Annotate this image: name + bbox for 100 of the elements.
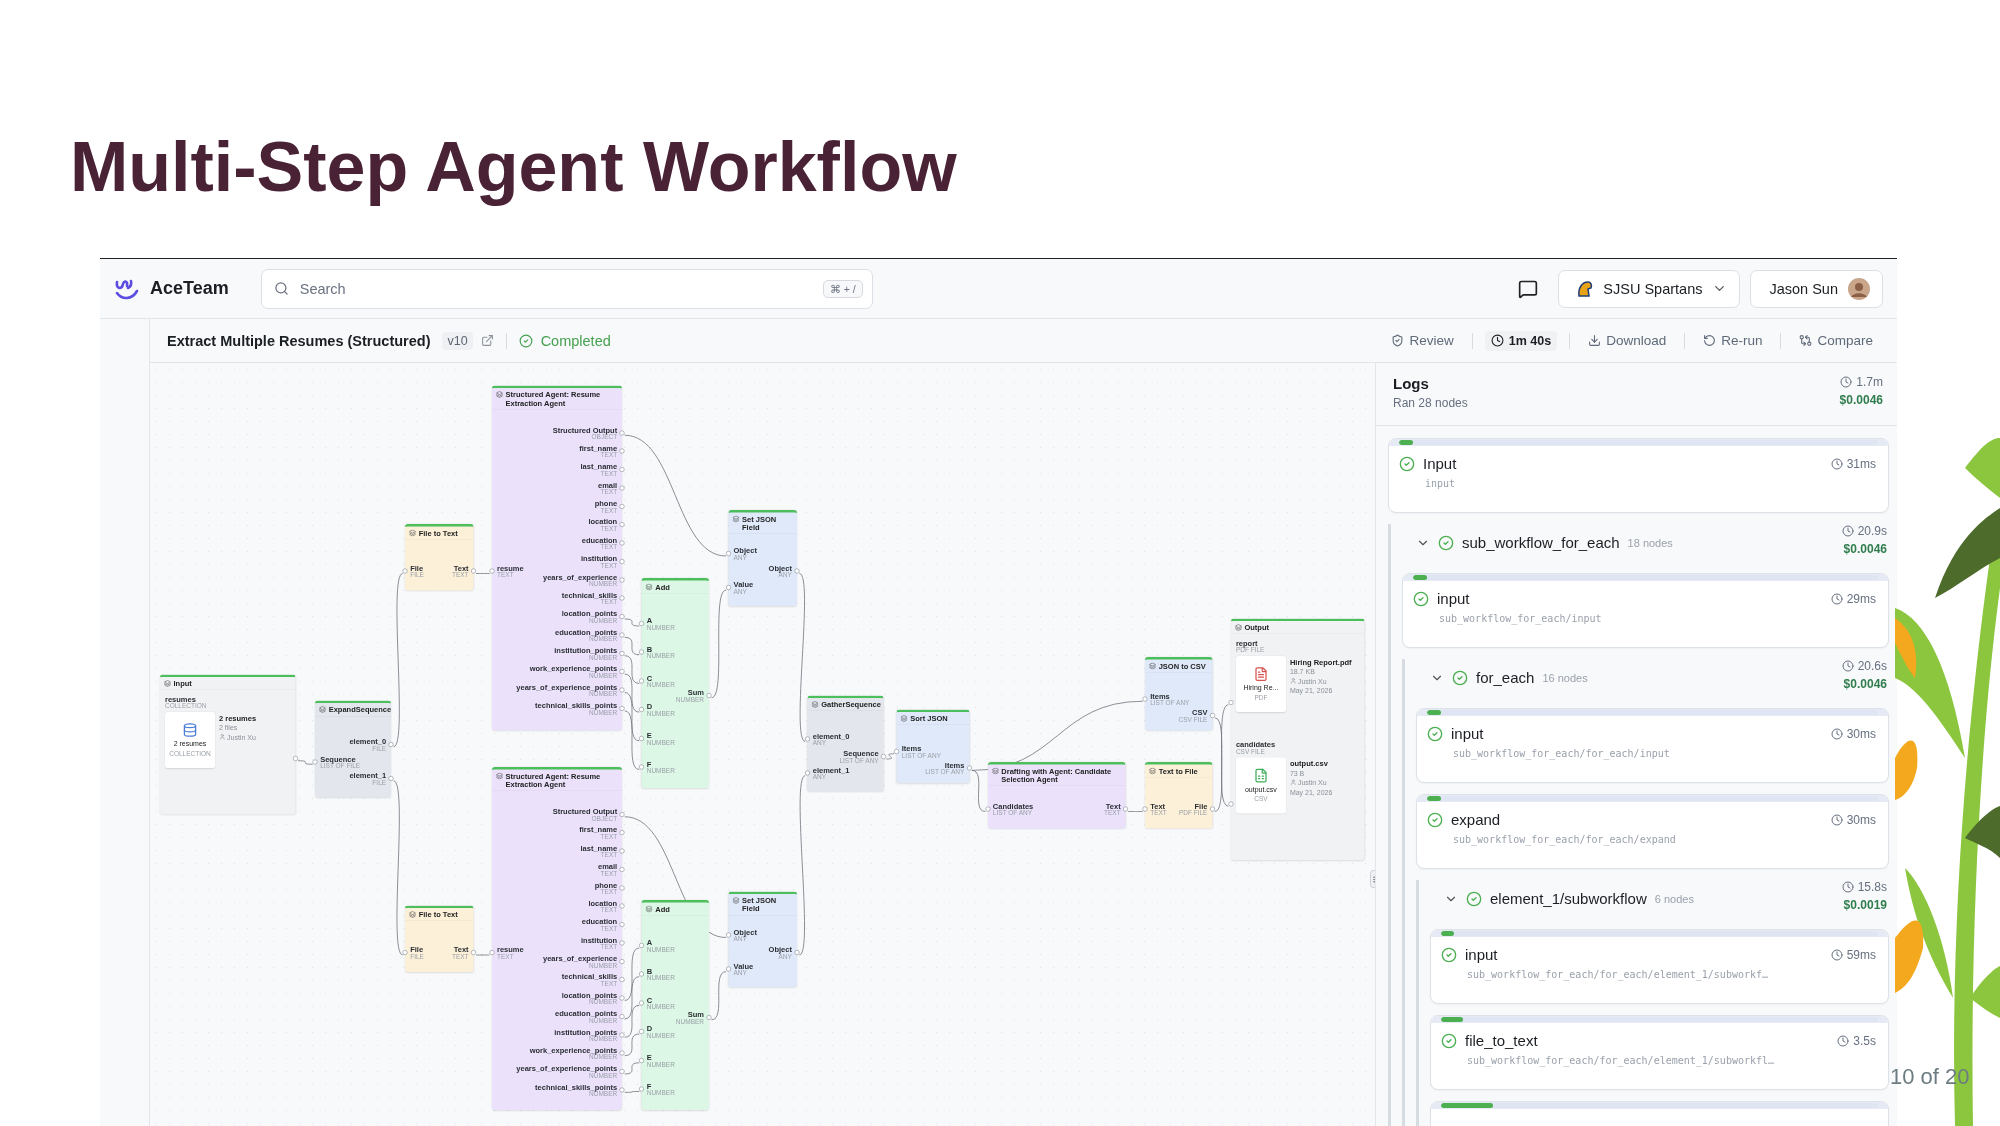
log-step-card[interactable]: Input 31ms input (1388, 438, 1889, 513)
port-dot[interactable] (881, 754, 887, 759)
port-dot[interactable] (619, 977, 625, 983)
port-dot[interactable] (388, 741, 394, 747)
port-dot[interactable] (1209, 712, 1215, 718)
port-dot[interactable] (619, 1013, 625, 1019)
port-dot[interactable] (726, 966, 732, 972)
port-dot[interactable] (619, 903, 625, 909)
workflow-node[interactable] (492, 767, 623, 1110)
port-dot[interactable] (805, 736, 811, 742)
team-selector[interactable]: SJSU Spartans (1558, 269, 1741, 308)
step-name: input (1465, 946, 1498, 963)
port-dot[interactable] (619, 430, 625, 436)
port-dot[interactable] (619, 922, 625, 927)
port-dot[interactable] (619, 448, 625, 454)
log-step-card[interactable]: input 59ms sub_workflow_for_each/for_each/element_1/subworkf… (1430, 929, 1889, 1004)
port-dot[interactable] (619, 1069, 625, 1074)
workflow-node[interactable] (492, 385, 623, 731)
port-dot[interactable] (1142, 696, 1148, 702)
port-dot[interactable] (619, 848, 625, 854)
port-dot[interactable] (639, 707, 645, 713)
port-dot[interactable] (619, 811, 625, 817)
port-dot[interactable] (619, 1032, 625, 1038)
port-dot[interactable] (805, 770, 811, 776)
log-step-card[interactable]: expand 30ms sub_workflow_for_each/for_each/expand (1416, 794, 1889, 869)
step-path: sub_workflow_for_each/input (1439, 613, 1603, 624)
action-button[interactable]: Re-run (1697, 330, 1769, 351)
port-dot[interactable] (619, 669, 625, 675)
port-dot[interactable] (619, 830, 625, 836)
port-dot[interactable] (619, 632, 625, 638)
port-dot[interactable] (619, 687, 625, 693)
port-dot[interactable] (706, 692, 712, 698)
port-dot[interactable] (619, 866, 625, 872)
log-step-card[interactable]: file_to_text 3.5s sub_workflow_for_each/for_each/element_1/subworkfl… (1430, 1015, 1889, 1090)
port-dot[interactable] (471, 568, 477, 574)
port-dot[interactable] (619, 558, 625, 564)
port-dot[interactable] (619, 650, 625, 656)
port-dot[interactable] (639, 1086, 645, 1092)
port-dot[interactable] (639, 735, 645, 741)
port-dot[interactable] (293, 755, 299, 761)
port-dot[interactable] (619, 467, 625, 472)
port-dot[interactable] (639, 764, 645, 770)
port-dot[interactable] (726, 551, 732, 556)
port-dot[interactable] (726, 585, 732, 591)
port-dot[interactable] (619, 522, 625, 528)
port-dot[interactable] (639, 1029, 645, 1035)
check-circle-icon (1466, 890, 1482, 907)
port-dot[interactable] (471, 950, 477, 955)
port-dot[interactable] (639, 1057, 645, 1063)
step-path: sub_workflow_for_each/for_each/input (1453, 748, 1671, 759)
port-dot[interactable] (726, 932, 732, 938)
port-dot[interactable] (894, 748, 900, 754)
port-dot[interactable] (639, 678, 645, 684)
port-dot[interactable] (619, 540, 625, 546)
port-dot[interactable] (489, 950, 495, 955)
step-duration: 30ms (1830, 726, 1876, 741)
port-dot[interactable] (619, 614, 625, 619)
port-dot[interactable] (402, 950, 408, 955)
external-link-icon[interactable] (480, 334, 494, 347)
step-duration: 30ms (1830, 812, 1876, 827)
logs-title: Logs (1393, 375, 1429, 392)
port-dot[interactable] (706, 1014, 712, 1020)
port-dot[interactable] (619, 940, 625, 946)
port-dot[interactable] (1228, 801, 1234, 807)
port-dot[interactable] (619, 503, 625, 509)
user-menu[interactable]: Jason Sun (1750, 269, 1883, 308)
action-button[interactable]: Compare (1793, 330, 1879, 351)
port-dot[interactable] (1142, 806, 1148, 812)
port-dot[interactable] (966, 765, 972, 771)
port-dot[interactable] (619, 705, 625, 711)
port-dot[interactable] (639, 621, 645, 626)
port-dot[interactable] (639, 971, 645, 977)
clock-icon (1841, 660, 1854, 672)
port-dot[interactable] (639, 649, 645, 655)
action-button[interactable]: Review (1385, 330, 1460, 351)
port-dot[interactable] (794, 568, 800, 574)
port-dot[interactable] (402, 568, 408, 574)
port-dot[interactable] (388, 775, 394, 781)
port-dot[interactable] (619, 1087, 625, 1093)
port-dot[interactable] (794, 950, 800, 955)
port-dot[interactable] (1209, 806, 1215, 812)
action-button[interactable]: Download (1582, 330, 1673, 351)
port-dot[interactable] (985, 806, 991, 812)
port-dot[interactable] (639, 1000, 645, 1006)
port-dot[interactable] (489, 568, 495, 574)
port-dot[interactable] (312, 759, 318, 765)
step-duration: 31ms (1830, 456, 1876, 471)
port-dot[interactable] (619, 595, 625, 601)
log-step-card[interactable]: input 29ms sub_workflow_for_each/input (1402, 573, 1889, 648)
port-dot[interactable] (1228, 699, 1234, 705)
chat-icon[interactable] (1518, 278, 1539, 299)
port-dot[interactable] (639, 943, 645, 948)
port-dot[interactable] (619, 995, 625, 1001)
log-step-card[interactable]: input 30ms sub_workflow_for_each/for_each/input (1416, 708, 1889, 783)
port-dot[interactable] (619, 885, 625, 891)
port-dot[interactable] (619, 577, 625, 583)
port-dot[interactable] (619, 1050, 625, 1056)
port-dot[interactable] (619, 485, 625, 491)
port-dot[interactable] (619, 958, 625, 964)
port-dot[interactable] (1123, 806, 1129, 812)
